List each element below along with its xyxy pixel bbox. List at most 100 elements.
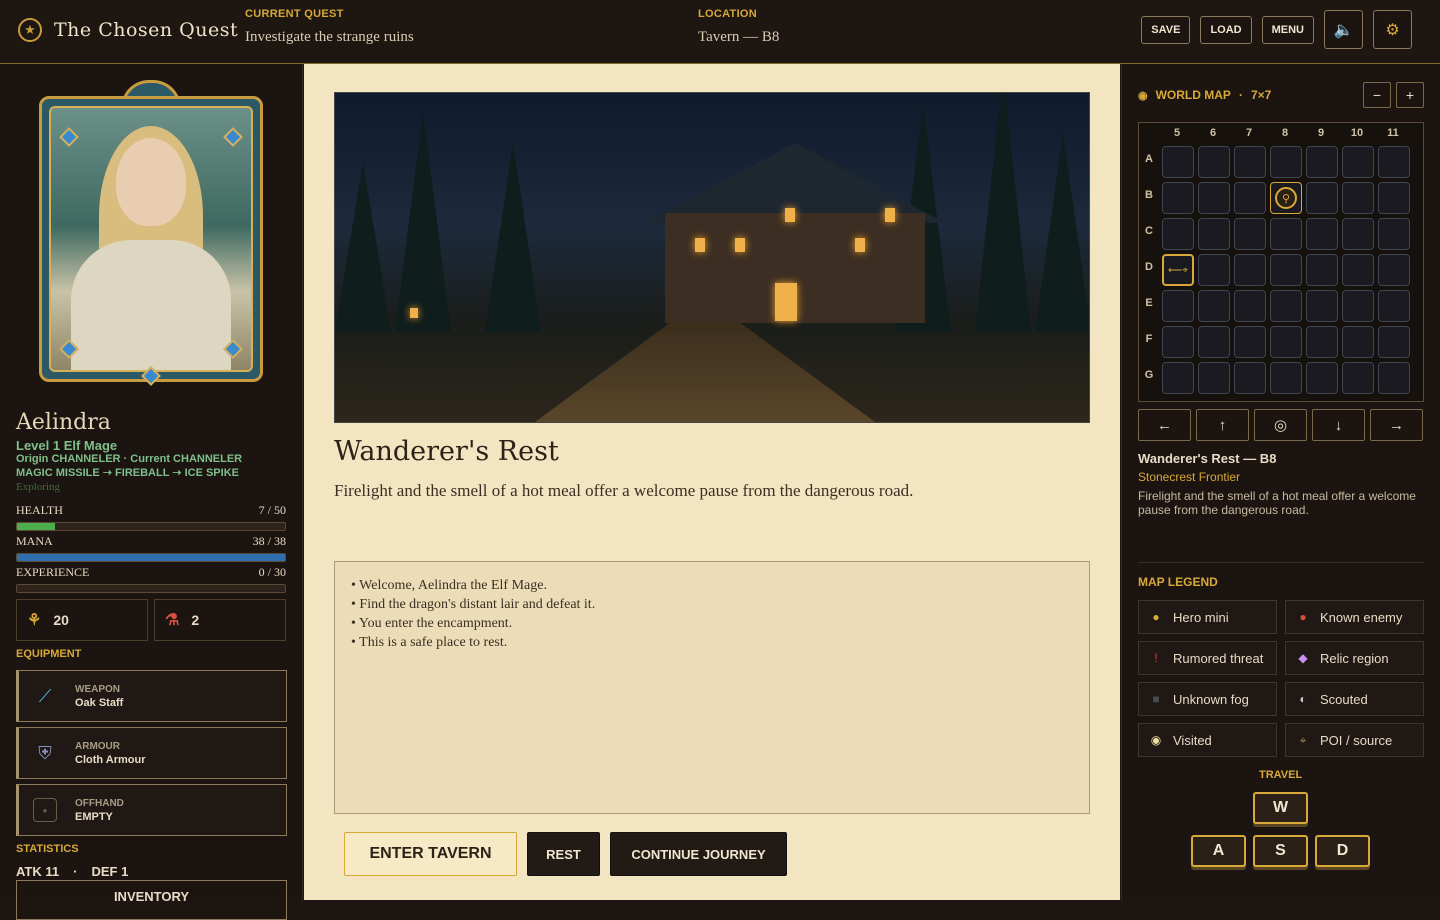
legend-item: ● Known enemy xyxy=(1285,600,1424,634)
scene-panel: Wanderer's Rest Firelight and the smell … xyxy=(304,64,1120,900)
map-cell-c8[interactable] xyxy=(1270,218,1302,250)
current-quest-value: Investigate the strange ruins xyxy=(245,29,414,45)
key-a-button[interactable]: A xyxy=(1191,835,1246,867)
map-cell-a8[interactable] xyxy=(1270,146,1302,178)
map-cell-f5[interactable] xyxy=(1162,326,1194,358)
map-cell-c5[interactable] xyxy=(1162,218,1194,250)
map-column-header: 11 xyxy=(1387,127,1399,139)
zoom-in-button[interactable]: + xyxy=(1396,82,1424,108)
equipment-weapon[interactable]: ⟋ WEAPON Oak Staff xyxy=(16,670,287,722)
gear-icon[interactable]: ⚙ xyxy=(1373,10,1412,49)
map-cell-e10[interactable] xyxy=(1342,290,1374,322)
map-cell-a7[interactable] xyxy=(1234,146,1266,178)
tree-shape xyxy=(1035,132,1089,332)
map-cell-b8[interactable]: ⚲ xyxy=(1270,182,1302,214)
tavern-door xyxy=(775,283,797,321)
map-cell-e7[interactable] xyxy=(1234,290,1266,322)
center-map-button[interactable]: ◎ xyxy=(1254,409,1307,441)
map-cell-c7[interactable] xyxy=(1234,218,1266,250)
hero-marker-icon: ⚲ xyxy=(1275,187,1297,209)
map-cell-b9[interactable] xyxy=(1306,182,1338,214)
map-cell-b7[interactable] xyxy=(1234,182,1266,214)
legend-label: Hero mini xyxy=(1173,609,1229,625)
map-cell-a10[interactable] xyxy=(1342,146,1374,178)
log-entry: • Welcome, Aelindra the Elf Mage. xyxy=(351,578,547,593)
map-cell-e5[interactable] xyxy=(1162,290,1194,322)
map-cell-d6[interactable] xyxy=(1198,254,1230,286)
map-cell-e6[interactable] xyxy=(1198,290,1230,322)
map-cell-e8[interactable] xyxy=(1270,290,1302,322)
map-panel: ◉ WORLD MAP · 7×7 − + 5 6 7 8 9 10 11 A B ⚲ C D ⟵⌖ E F… xyxy=(1121,64,1440,900)
map-cell-g7[interactable] xyxy=(1234,362,1266,394)
map-cell-c9[interactable] xyxy=(1306,218,1338,250)
map-cell-b10[interactable] xyxy=(1342,182,1374,214)
map-cell-g5[interactable] xyxy=(1162,362,1194,394)
lit-window xyxy=(735,238,745,252)
map-cell-d5[interactable]: ⟵⌖ xyxy=(1162,254,1194,286)
map-cell-f6[interactable] xyxy=(1198,326,1230,358)
map-cell-d8[interactable] xyxy=(1270,254,1302,286)
zoom-out-button[interactable]: − xyxy=(1363,82,1391,108)
menu-button[interactable]: MENU xyxy=(1261,15,1314,44)
key-d-button[interactable]: D xyxy=(1315,835,1370,867)
map-cell-g9[interactable] xyxy=(1306,362,1338,394)
map-cell-f9[interactable] xyxy=(1306,326,1338,358)
map-cell-d11[interactable] xyxy=(1378,254,1410,286)
map-cell-b11[interactable] xyxy=(1378,182,1410,214)
legend-symbol-icon: ● xyxy=(1152,610,1160,624)
mana-stat: MANA 38 / 38 xyxy=(16,534,286,562)
map-cell-f8[interactable] xyxy=(1270,326,1302,358)
continue-journey-button[interactable]: CONTINUE JOURNEY xyxy=(610,832,787,876)
inventory-button[interactable]: INVENTORY xyxy=(16,880,287,920)
map-cell-d10[interactable] xyxy=(1342,254,1374,286)
map-row-header: G xyxy=(1144,369,1154,381)
location-value: Tavern — B8 xyxy=(698,29,780,45)
map-cell-f11[interactable] xyxy=(1378,326,1410,358)
speaker-icon[interactable]: 🔈 xyxy=(1324,10,1363,49)
map-cell-e9[interactable] xyxy=(1306,290,1338,322)
map-cell-a5[interactable] xyxy=(1162,146,1194,178)
map-column-header: 7 xyxy=(1245,127,1253,139)
empty-slot-icon: ● xyxy=(33,798,57,822)
map-cell-c6[interactable] xyxy=(1198,218,1230,250)
map-cell-g6[interactable] xyxy=(1198,362,1230,394)
current-cell-region: Stonecrest Frontier xyxy=(1138,470,1241,484)
map-cell-c11[interactable] xyxy=(1378,218,1410,250)
move-north-button[interactable]: ↑ xyxy=(1196,409,1249,441)
key-w-button[interactable]: W xyxy=(1253,792,1308,824)
brand: ★ The Chosen Quest xyxy=(18,18,238,42)
map-cell-a11[interactable] xyxy=(1378,146,1410,178)
load-button[interactable]: LOAD xyxy=(1200,15,1252,44)
map-cell-g10[interactable] xyxy=(1342,362,1374,394)
map-cell-b5[interactable] xyxy=(1162,182,1194,214)
map-cell-f7[interactable] xyxy=(1234,326,1266,358)
top-bar: ★ The Chosen Quest CURRENT QUEST Investi… xyxy=(0,0,1440,64)
world-map-heading: ◉ WORLD MAP · 7×7 xyxy=(1138,88,1271,102)
map-cell-c10[interactable] xyxy=(1342,218,1374,250)
mana-bar-fill xyxy=(17,554,285,561)
mana-bar xyxy=(16,553,286,562)
move-south-button[interactable]: ↓ xyxy=(1312,409,1365,441)
key-s-button[interactable]: S xyxy=(1253,835,1308,867)
top-buttons: SAVE LOAD MENU 🔈 ⚙ xyxy=(1141,10,1412,49)
map-cell-a9[interactable] xyxy=(1306,146,1338,178)
legend-label: Visited xyxy=(1173,732,1212,748)
map-cell-g11[interactable] xyxy=(1378,362,1410,394)
map-cell-d9[interactable] xyxy=(1306,254,1338,286)
map-cell-a6[interactable] xyxy=(1198,146,1230,178)
map-row-header: D xyxy=(1145,261,1153,273)
equipment-armour[interactable]: ⛨ ARMOUR Cloth Armour xyxy=(16,727,287,779)
move-east-button[interactable]: → xyxy=(1370,409,1423,441)
rest-button[interactable]: REST xyxy=(527,832,600,876)
map-cell-f10[interactable] xyxy=(1342,326,1374,358)
move-west-button[interactable]: ← xyxy=(1138,409,1191,441)
legend-item: ● Hero mini xyxy=(1138,600,1277,634)
save-button[interactable]: SAVE xyxy=(1141,15,1191,44)
map-cell-g8[interactable] xyxy=(1270,362,1302,394)
map-cell-e11[interactable] xyxy=(1378,290,1410,322)
map-cell-b6[interactable] xyxy=(1198,182,1230,214)
legend-item: ⌖ POI / source xyxy=(1285,723,1424,757)
equipment-offhand[interactable]: ● OFFHAND EMPTY xyxy=(16,784,287,836)
enter-tavern-button[interactable]: ENTER TAVERN xyxy=(344,832,517,876)
map-cell-d7[interactable] xyxy=(1234,254,1266,286)
